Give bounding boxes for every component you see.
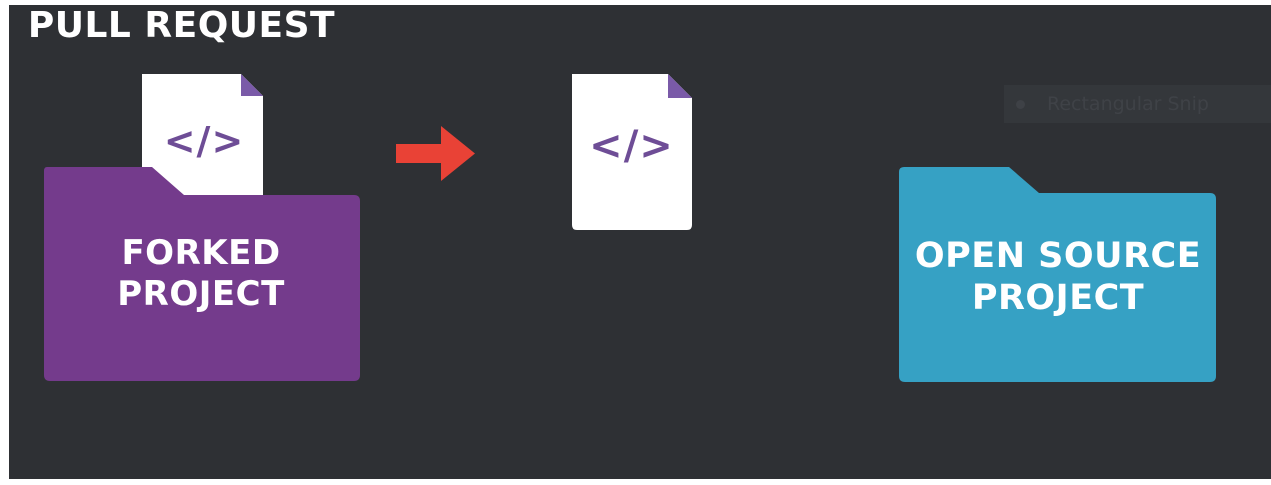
snip-tooltip: Rectangular Snip — [1004, 85, 1271, 123]
diagram-canvas: </> </> FORKED PROJECT PULL REQUEST OPEN… — [9, 5, 1271, 479]
open-source-project-label: OPEN SOURCE PROJECT — [914, 236, 1202, 318]
arrow-right-icon — [396, 126, 475, 181]
code-glyph-forked: </> — [163, 119, 245, 163]
code-glyph-pull-request: </> — [589, 123, 674, 169]
forked-project-label: FORKED PROJECT — [117, 233, 285, 314]
snip-tooltip-text: Rectangular Snip — [1047, 93, 1209, 115]
snip-dot-icon — [1016, 100, 1025, 109]
